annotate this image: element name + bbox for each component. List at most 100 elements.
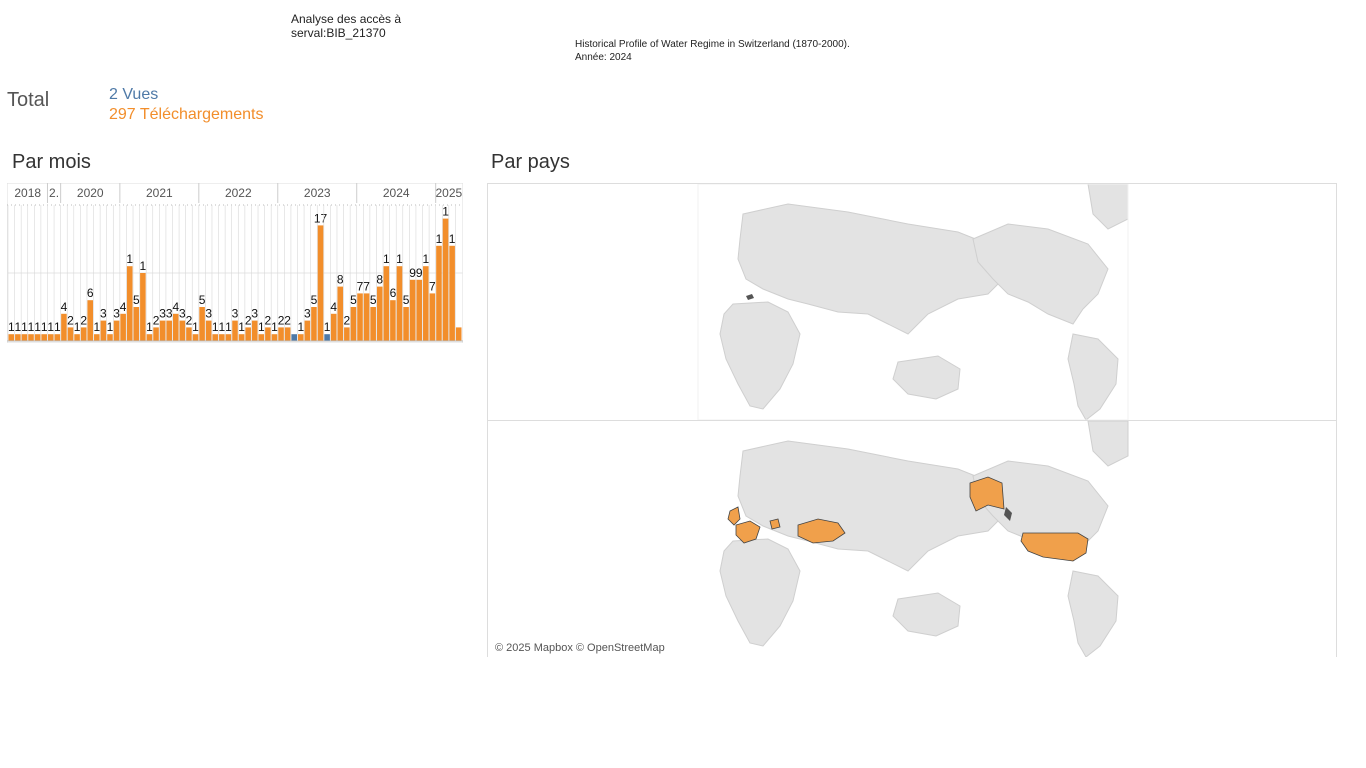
- bar-label: 1: [383, 252, 390, 266]
- download-bar: [376, 286, 383, 341]
- download-bar: [133, 307, 140, 341]
- download-bar: [212, 334, 219, 341]
- download-bar: [80, 327, 87, 341]
- download-bar: [120, 313, 126, 341]
- country-alaska: [969, 476, 1005, 512]
- bar-label: 8: [376, 273, 383, 287]
- view-bar: [291, 334, 298, 341]
- download-bar: [278, 327, 284, 341]
- year-label: 2.: [49, 186, 59, 200]
- bar-label: 2: [344, 313, 351, 327]
- year-label: 2024: [383, 186, 410, 200]
- download-bar: [304, 320, 311, 341]
- download-bar: [205, 320, 212, 341]
- map-views[interactable]: [488, 184, 1336, 420]
- view-bar: [324, 334, 330, 341]
- bar-label: 1: [449, 232, 456, 246]
- download-bar: [54, 334, 61, 341]
- download-bar: [337, 286, 344, 341]
- year-label: 2023: [304, 186, 331, 200]
- by-country-title: Par pays: [491, 151, 570, 173]
- bar-label: 1: [93, 320, 100, 334]
- download-bar: [442, 218, 449, 341]
- bar-label: 5: [311, 293, 318, 307]
- item-info: Historical Profile of Water Regime in Sw…: [575, 38, 850, 64]
- by-month-title: Par mois: [12, 151, 91, 173]
- country-poland: [769, 518, 781, 530]
- download-bar: [166, 320, 172, 341]
- bar-label: 5: [370, 293, 377, 307]
- bar-label: 8: [337, 273, 344, 287]
- bar-label: 1: [140, 259, 147, 273]
- bar-label: 1: [54, 320, 61, 334]
- download-bar: [311, 307, 317, 341]
- download-bar: [100, 320, 107, 341]
- download-bar: [87, 300, 94, 341]
- bar-label: 1: [436, 232, 443, 246]
- download-bar: [357, 293, 363, 341]
- download-bar: [383, 266, 390, 341]
- bar-label: 1: [225, 320, 232, 334]
- bar-label: 5: [199, 293, 206, 307]
- download-bar: [94, 334, 100, 341]
- bar-label: 7: [429, 279, 436, 293]
- download-bar: [179, 320, 186, 341]
- download-bar: [317, 225, 324, 341]
- bar-label: 7: [363, 279, 370, 293]
- download-bar: [199, 307, 205, 341]
- download-bar: [219, 334, 225, 341]
- download-bar: [41, 334, 47, 341]
- country-map[interactable]: © 2025 Mapbox © OpenStreetMap: [487, 183, 1337, 657]
- download-bar: [396, 266, 403, 341]
- download-bar: [186, 327, 192, 341]
- bar-label: 4: [120, 300, 127, 314]
- year-label: 2025: [435, 186, 462, 200]
- year-label: 2021: [146, 186, 173, 200]
- bar-label: 1: [324, 320, 331, 334]
- download-bar: [390, 300, 396, 341]
- bar-label: 3: [251, 307, 258, 321]
- download-bar: [47, 334, 54, 341]
- download-bar: [449, 245, 455, 341]
- download-bar: [126, 266, 133, 341]
- download-bar: [265, 327, 271, 341]
- bar-label: 1: [192, 320, 199, 334]
- bar-label: 4: [61, 300, 68, 314]
- report-title-line2: serval:BIB_21370: [291, 26, 386, 40]
- bar-label: 3: [232, 307, 239, 321]
- download-bar: [251, 320, 258, 341]
- download-bar: [330, 313, 337, 341]
- year-label: 2022: [225, 186, 252, 200]
- download-bar: [403, 307, 409, 341]
- bar-label: 5: [133, 293, 140, 307]
- download-bar: [28, 334, 34, 341]
- download-bar: [363, 293, 370, 341]
- bar-label: 1: [422, 252, 429, 266]
- bar-label: 2: [80, 313, 87, 327]
- bar-label: 6: [87, 286, 94, 300]
- download-bar: [140, 273, 146, 341]
- download-bar: [370, 307, 376, 341]
- download-bar: [74, 334, 80, 341]
- map-credit: © 2025 Mapbox © OpenStreetMap: [495, 642, 665, 654]
- total-views: 2 Vues: [109, 86, 159, 103]
- download-bar: [15, 334, 21, 341]
- monthly-bar-chart[interactable]: 2018 2. 2020 2021 2022 2023 2024 20251 1 1 1 1 1 1 142…: [7, 183, 463, 343]
- bar-label: 2: [284, 313, 291, 327]
- download-bar: [436, 245, 442, 341]
- download-bar: [298, 334, 304, 341]
- download-bar: [232, 320, 238, 341]
- bar-label: 1: [297, 320, 304, 334]
- bar-label: 1: [442, 205, 449, 219]
- bar-label: 17: [314, 211, 328, 225]
- bar-label: 4: [330, 300, 337, 314]
- download-bar: [34, 334, 41, 341]
- map-downloads[interactable]: © 2025 Mapbox © OpenStreetMap: [488, 421, 1336, 657]
- download-bar: [350, 307, 357, 341]
- download-bar: [238, 334, 245, 341]
- download-bar: [107, 334, 113, 341]
- download-bar: [423, 266, 429, 341]
- item-year: Année: 2024: [575, 52, 632, 63]
- bar-label: 6: [390, 286, 397, 300]
- download-bar: [429, 293, 436, 341]
